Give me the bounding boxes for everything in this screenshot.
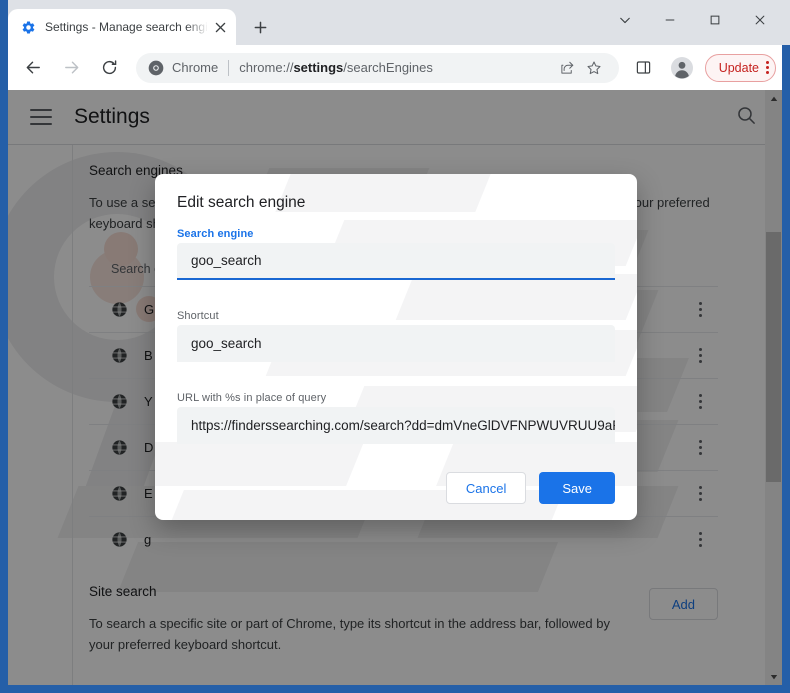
dialog-title: Edit search engine [177,194,306,211]
update-label: Update [718,60,759,75]
tab-strip: Settings - Manage search engine [0,0,790,45]
url-field-block: URL with %s in place of query https://fi… [177,392,615,444]
cancel-button[interactable]: Cancel [445,472,527,504]
window-controls [602,0,782,40]
maximize-icon[interactable] [692,3,737,37]
shortcut-field[interactable]: goo_search [177,325,615,362]
page-viewport: Settings Search engines To use a search … [8,90,782,685]
minimize-icon[interactable] [647,3,692,37]
arrow-left-icon[interactable] [18,53,48,83]
shortcut-label: Shortcut [177,310,219,322]
star-icon[interactable] [581,60,607,76]
tab-settings[interactable]: Settings - Manage search engine [8,9,236,45]
new-tab-button[interactable] [246,13,274,41]
tab-strip-left-padding [0,0,8,45]
search-engine-name-label: Search engine [177,228,254,240]
reload-icon[interactable] [94,53,124,83]
profile-avatar-icon[interactable] [667,53,697,83]
close-icon[interactable] [737,3,782,37]
toolbar-right-actions: Update [625,53,776,83]
chrome-logo-icon [148,60,164,76]
share-icon[interactable] [555,60,581,75]
url-field[interactable]: https://finderssearching.com/search?dd=d… [177,407,615,444]
url-prefix: chrome:// [239,60,294,75]
search-engine-name-field-block: Search engine goo_search [177,228,615,280]
search-engine-name-field[interactable]: goo_search [177,243,615,280]
arrow-right-icon [56,53,86,83]
omnibox-divider [228,59,230,76]
edit-search-engine-dialog: Edit search engine Search engine goo_sea… [155,174,637,520]
url-label: URL with %s in place of query [177,392,327,404]
close-icon[interactable] [210,17,230,37]
omnibox-actions [555,60,607,76]
address-bar[interactable]: Chrome chrome://settings/searchEngines [136,52,619,83]
url-suffix: /searchEngines [343,60,433,75]
dialog-actions: Cancel Save [177,472,615,504]
side-panel-icon[interactable] [629,53,659,83]
update-button[interactable]: Update [704,53,776,82]
omnibox-scope-label: Chrome [172,60,219,75]
chevron-down-icon[interactable] [602,3,647,37]
browser-window: Settings - Manage search engine Chrome c… [0,0,790,693]
shortcut-field-block: Shortcut goo_search [177,310,615,362]
browser-toolbar: Chrome chrome://settings/searchEngines U… [8,45,782,90]
gear-icon [20,19,36,35]
omnibox-url-text: chrome://settings/searchEngines [239,60,433,75]
tab-title: Settings - Manage search engine [45,20,208,34]
save-button[interactable]: Save [539,472,615,504]
url-bold-segment: settings [293,60,344,75]
dialog-inner: Edit search engine Search engine goo_sea… [177,194,615,504]
three-dots-vertical-icon[interactable] [766,61,769,74]
